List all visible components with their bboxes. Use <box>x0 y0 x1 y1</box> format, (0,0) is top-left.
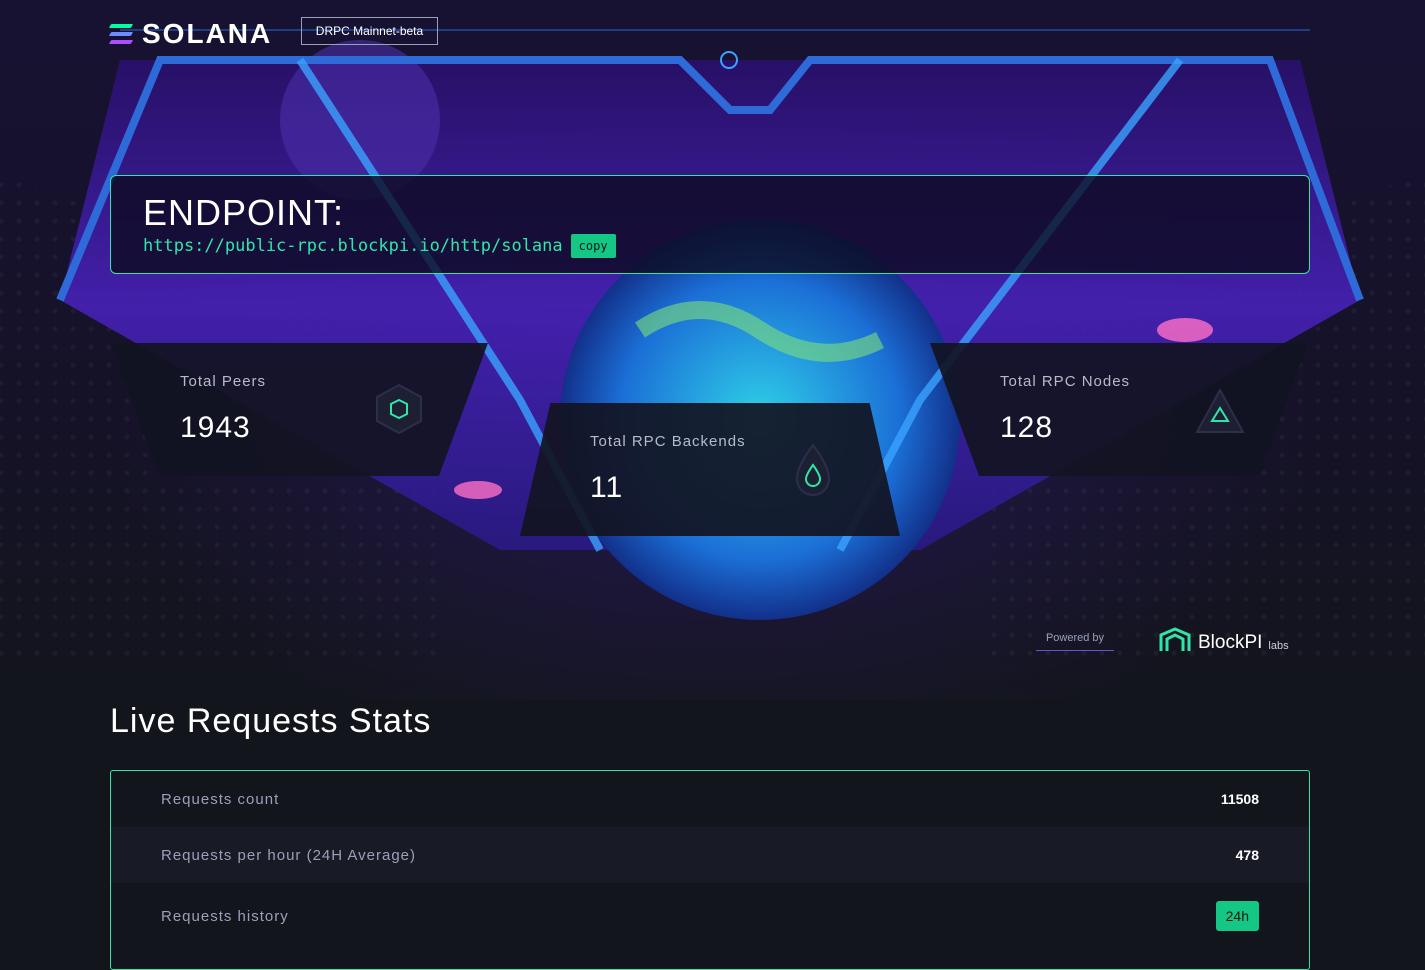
blockpi-logo[interactable]: BlockPI labs <box>1158 626 1289 654</box>
total-peers-card: Total Peers 1943 <box>110 343 488 476</box>
blockpi-mark-icon <box>1159 627 1191 651</box>
copy-button[interactable]: copy <box>570 234 616 258</box>
table-row: Requests history 24h <box>111 883 1309 949</box>
network-selector[interactable]: DRPC Mainnet-beta <box>301 17 438 45</box>
endpoint-title: ENDPOINT: <box>143 192 345 233</box>
requests-per-hour-label: Requests per hour (24H Average) <box>161 846 417 864</box>
solana-logo[interactable]: SOLANA <box>108 18 273 50</box>
total-backends-label: Total RPC Backends <box>590 433 746 450</box>
endpoint-row: https://public-rpc.blockpi.io/http/solan… <box>143 234 616 258</box>
live-requests-title: Live Requests Stats <box>110 702 432 740</box>
requests-count-value: 11508 <box>1220 791 1259 807</box>
total-peers-value: 1943 <box>180 411 251 444</box>
total-peers-label: Total Peers <box>180 373 267 390</box>
table-row: Requests count 11508 <box>111 771 1309 827</box>
total-nodes-card: Total RPC Nodes 128 <box>930 343 1308 476</box>
endpoint-url[interactable]: https://public-rpc.blockpi.io/http/solan… <box>143 236 563 256</box>
requests-per-hour-value: 478 <box>1235 847 1259 863</box>
total-nodes-label: Total RPC Nodes <box>1000 373 1131 390</box>
total-backends-value: 11 <box>590 471 624 504</box>
requests-history-label: Requests history <box>161 907 289 925</box>
total-backends-card: Total RPC Backends 11 <box>520 403 900 536</box>
history-range-24h-button[interactable]: 24h <box>1215 901 1259 931</box>
drop-icon <box>795 443 831 496</box>
total-nodes-value: 128 <box>1000 411 1054 444</box>
blockpi-sub: labs <box>1268 640 1289 652</box>
endpoint-card: ENDPOINT: https://public-rpc.blockpi.io/… <box>110 175 1310 274</box>
solana-mark-icon <box>108 24 134 44</box>
table-row: Requests per hour (24H Average) 478 <box>111 827 1309 883</box>
brand-name: SOLANA <box>142 18 273 49</box>
live-stats-table: Requests count 11508 Requests per hour (… <box>110 770 1310 970</box>
triangle-icon <box>1195 388 1245 433</box>
hexagon-icon <box>376 383 422 435</box>
requests-count-label: Requests count <box>161 790 280 808</box>
blockpi-name: BlockPI <box>1198 632 1263 653</box>
powered-by-label: Powered by <box>1036 632 1114 651</box>
